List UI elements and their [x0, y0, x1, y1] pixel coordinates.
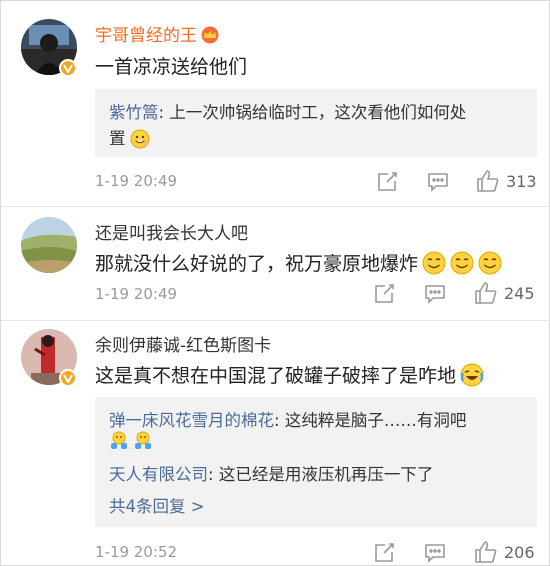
comment-item: 余则伊藤诚-红色斯图卡 这是真不想在中国混了破罐子破摔了是咋地 弹一床风花雪月的… — [1, 321, 550, 566]
comment-text-content: 这是真不想在中国混了破罐子破摔了是咋地 — [95, 365, 457, 387]
verified-badge-icon — [59, 369, 77, 387]
like-count: 206 — [504, 543, 535, 562]
smile-emoji-icon — [450, 251, 474, 280]
like-icon[interactable] — [474, 540, 498, 566]
comment-icon[interactable] — [424, 543, 446, 566]
reply-item[interactable]: 紫竹篙: 上一次帅锅给临时工，这次看他们如何处 — [109, 99, 466, 123]
like-icon[interactable] — [474, 281, 498, 309]
reply-item[interactable]: 弹一床风花雪月的棉花: 这纯粹是脑子……有洞吧 — [109, 407, 466, 431]
reply-text: 这纯粹是脑子……有洞吧 — [284, 411, 467, 430]
repost-icon[interactable] — [373, 283, 395, 309]
like-count: 245 — [504, 284, 535, 303]
comment-text: 那就没什么好说的了，祝万豪原地爆炸 — [95, 249, 502, 280]
smile-emoji-icon — [422, 251, 446, 280]
like-icon[interactable] — [476, 169, 500, 197]
reply-author[interactable]: 紫竹篙 — [109, 103, 159, 122]
comment-item: 宇哥曾经的王 一首凉凉送给他们 紫竹篙: 上一次帅锅给临时工，这次看他们如何处 … — [1, 1, 550, 206]
timestamp: 1-19 20:52 — [95, 543, 178, 561]
repost-icon[interactable] — [376, 171, 398, 197]
timestamp: 1-19 20:49 — [95, 172, 178, 190]
reply-text: 这已经是用液压机再压一下了 — [218, 465, 434, 484]
comment-icon[interactable] — [424, 284, 446, 308]
reply-text-cont: 置 — [109, 129, 126, 148]
reply-box[interactable]: 弹一床风花雪月的棉花: 这纯粹是脑子……有洞吧 天人有限公司: 这已经是用液压机… — [95, 397, 537, 527]
more-replies-link[interactable]: 共4条回复 > — [109, 493, 205, 517]
comment-item: 还是叫我会长大人吧 那就没什么好说的了，祝万豪原地爆炸 1-19 20:49 2… — [1, 207, 550, 320]
timestamp: 1-19 20:49 — [95, 285, 178, 303]
grin-emoji-icon — [130, 129, 150, 153]
comment-list: 宇哥曾经的王 一首凉凉送给他们 紫竹篙: 上一次帅锅给临时工，这次看他们如何处 … — [0, 0, 550, 566]
reply-author[interactable]: 弹一床风花雪月的棉花 — [109, 411, 274, 430]
comment-text: 这是真不想在中国混了破罐子破摔了是咋地 — [95, 361, 484, 392]
reply-author[interactable]: 天人有限公司 — [109, 465, 208, 484]
reply-box[interactable]: 紫竹篙: 上一次帅锅给临时工，这次看他们如何处 置 — [95, 89, 537, 157]
comment-username[interactable]: 还是叫我会长大人吧 — [95, 219, 248, 244]
reply-separator: : — [274, 411, 285, 430]
username-text[interactable]: 宇哥曾经的王 — [95, 26, 197, 46]
comment-text: 一首凉凉送给他们 — [95, 56, 248, 78]
comment-icon[interactable] — [427, 172, 449, 196]
reply-continuation: 置 — [109, 125, 150, 153]
vip-crown-icon — [200, 26, 220, 49]
smile-emoji-icon — [478, 251, 502, 280]
laugh-cry-emoji-icon — [460, 363, 484, 392]
repost-icon[interactable] — [373, 542, 395, 566]
like-count: 313 — [506, 172, 537, 191]
reply-separator: : — [158, 103, 170, 122]
hand-gesture-emoji-icon — [109, 431, 129, 455]
reply-item[interactable]: 天人有限公司: 这已经是用液压机再压一下了 — [109, 461, 433, 485]
comment-text-content: 那就没什么好说的了，祝万豪原地爆炸 — [95, 253, 419, 275]
reply-text: 上一次帅锅给临时工，这次看他们如何处 — [169, 103, 467, 122]
hand-gesture-emoji-icon — [133, 431, 153, 455]
reply-emoji-row — [109, 431, 153, 455]
comment-username[interactable]: 宇哥曾经的王 — [95, 21, 220, 49]
comment-username[interactable]: 余则伊藤诚-红色斯图卡 — [95, 331, 271, 356]
avatar[interactable] — [21, 217, 77, 273]
reply-separator: : — [208, 465, 219, 484]
verified-badge-icon — [59, 59, 77, 77]
